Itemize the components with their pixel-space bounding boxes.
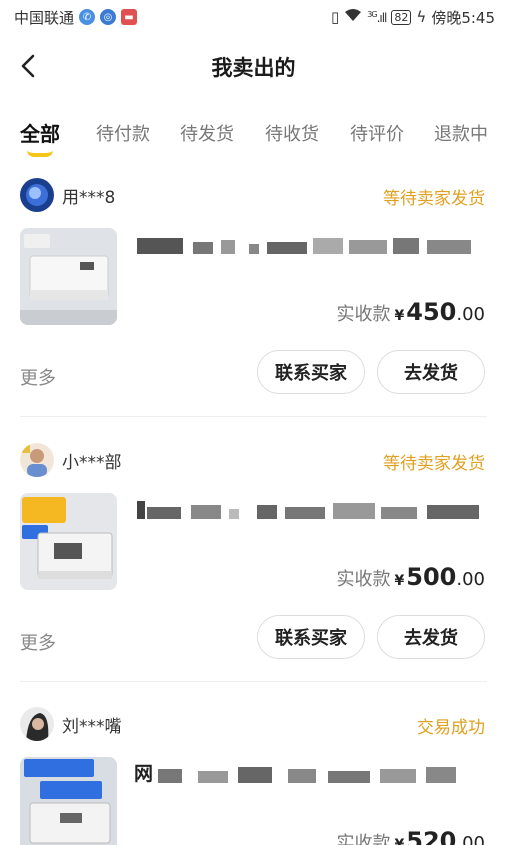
- carrier-name: 中国联通: [14, 8, 75, 27]
- currency-symbol: ¥: [394, 308, 405, 324]
- vibrate-icon: ▯: [331, 8, 340, 26]
- currency-symbol: ¥: [394, 573, 405, 589]
- order-status: 等待卖家发货: [383, 454, 485, 474]
- divider: [20, 681, 487, 682]
- battery-icon: 82: [391, 9, 412, 25]
- order-tabs: 全部 待付款 待发货 待收货 待评价 退款中: [0, 112, 507, 162]
- battery-level: 82: [394, 10, 409, 24]
- price-integer: 520: [406, 827, 457, 845]
- status-bar-left: 中国联通 ✆ ◎ ▬: [14, 7, 138, 28]
- product-image[interactable]: [20, 493, 117, 590]
- app-notification-icon: ◎: [100, 9, 117, 25]
- clock: 傍晚5:45: [431, 8, 495, 27]
- buyer-name: 用***8: [62, 187, 116, 208]
- product-image[interactable]: [20, 228, 117, 325]
- product-image[interactable]: [20, 757, 117, 845]
- nav-header: 我卖出的: [0, 40, 507, 92]
- divider: [20, 416, 487, 417]
- message-notification-icon: ▬: [121, 9, 138, 25]
- tab-pending-payment[interactable]: 待付款: [96, 120, 150, 146]
- order-status: 交易成功: [417, 718, 485, 738]
- price-decimal: .00: [456, 833, 485, 845]
- wifi-icon: [344, 8, 362, 26]
- product-title-first-char: 网: [134, 763, 154, 785]
- status-bar: 中国联通 ✆ ◎ ▬ ▯ 3G.ıll 82 ϟ 傍晚5:45: [0, 0, 507, 34]
- buyer-info: 刘***嘴: [20, 707, 122, 741]
- buyer-name: 小***部: [62, 452, 122, 473]
- received-amount: 实收款 ¥ 450 .00: [337, 298, 486, 326]
- price-decimal: .00: [456, 304, 485, 325]
- app-notification-icon: ✆: [79, 9, 96, 25]
- order-status: 等待卖家发货: [383, 189, 485, 209]
- product-title-pixelated: [158, 765, 504, 787]
- ship-button[interactable]: 去发货: [377, 615, 485, 659]
- received-amount: 实收款 ¥ 520 .00: [337, 827, 486, 845]
- price-label: 实收款: [336, 833, 391, 845]
- avatar: [20, 443, 54, 477]
- ship-button[interactable]: 去发货: [377, 350, 485, 394]
- avatar: [20, 707, 54, 741]
- price-label: 实收款: [336, 569, 391, 590]
- contact-buyer-button[interactable]: 联系买家: [257, 350, 365, 394]
- price-decimal: .00: [456, 569, 485, 590]
- price-integer: 450: [406, 298, 457, 326]
- buyer-info: 小***部: [20, 443, 122, 477]
- order-card[interactable]: 小***部 等待卖家发货 实收款 ¥ 500 .00 更多 联系买家 去发货: [0, 443, 507, 683]
- buyer-info: 用***8: [20, 178, 115, 212]
- tab-pending-receipt[interactable]: 待收货: [265, 120, 319, 146]
- charging-icon: ϟ: [416, 8, 427, 26]
- tab-pending-review[interactable]: 待评价: [350, 120, 404, 146]
- buyer-name: 刘***嘴: [62, 716, 122, 737]
- tab-pending-shipment[interactable]: 待发货: [180, 120, 234, 146]
- more-button[interactable]: 更多: [20, 629, 56, 655]
- price-integer: 500: [406, 563, 457, 591]
- currency-symbol: ¥: [394, 837, 405, 845]
- active-tab-indicator: [27, 150, 53, 157]
- product-title-pixelated: [137, 236, 483, 258]
- tab-all[interactable]: 全部: [20, 118, 60, 147]
- received-amount: 实收款 ¥ 500 .00: [337, 563, 486, 591]
- order-card[interactable]: 用***8 等待卖家发货 实收款 ¥ 450 .00 更多 联系买家 去发货: [0, 178, 507, 418]
- tab-refunding[interactable]: 退款中: [434, 120, 488, 146]
- status-bar-right: ▯ 3G.ıll 82 ϟ 傍晚5:45: [331, 7, 495, 28]
- price-label: 实收款: [336, 304, 391, 325]
- product-title-pixelated: [137, 501, 483, 523]
- signal-icon: 3G.ıll: [367, 9, 387, 25]
- page-title: 我卖出的: [211, 56, 296, 80]
- order-card[interactable]: 刘***嘴 交易成功 网 实收款 ¥ 520 .00: [0, 707, 507, 845]
- avatar: [20, 178, 54, 212]
- more-button[interactable]: 更多: [20, 364, 56, 390]
- contact-buyer-button[interactable]: 联系买家: [257, 615, 365, 659]
